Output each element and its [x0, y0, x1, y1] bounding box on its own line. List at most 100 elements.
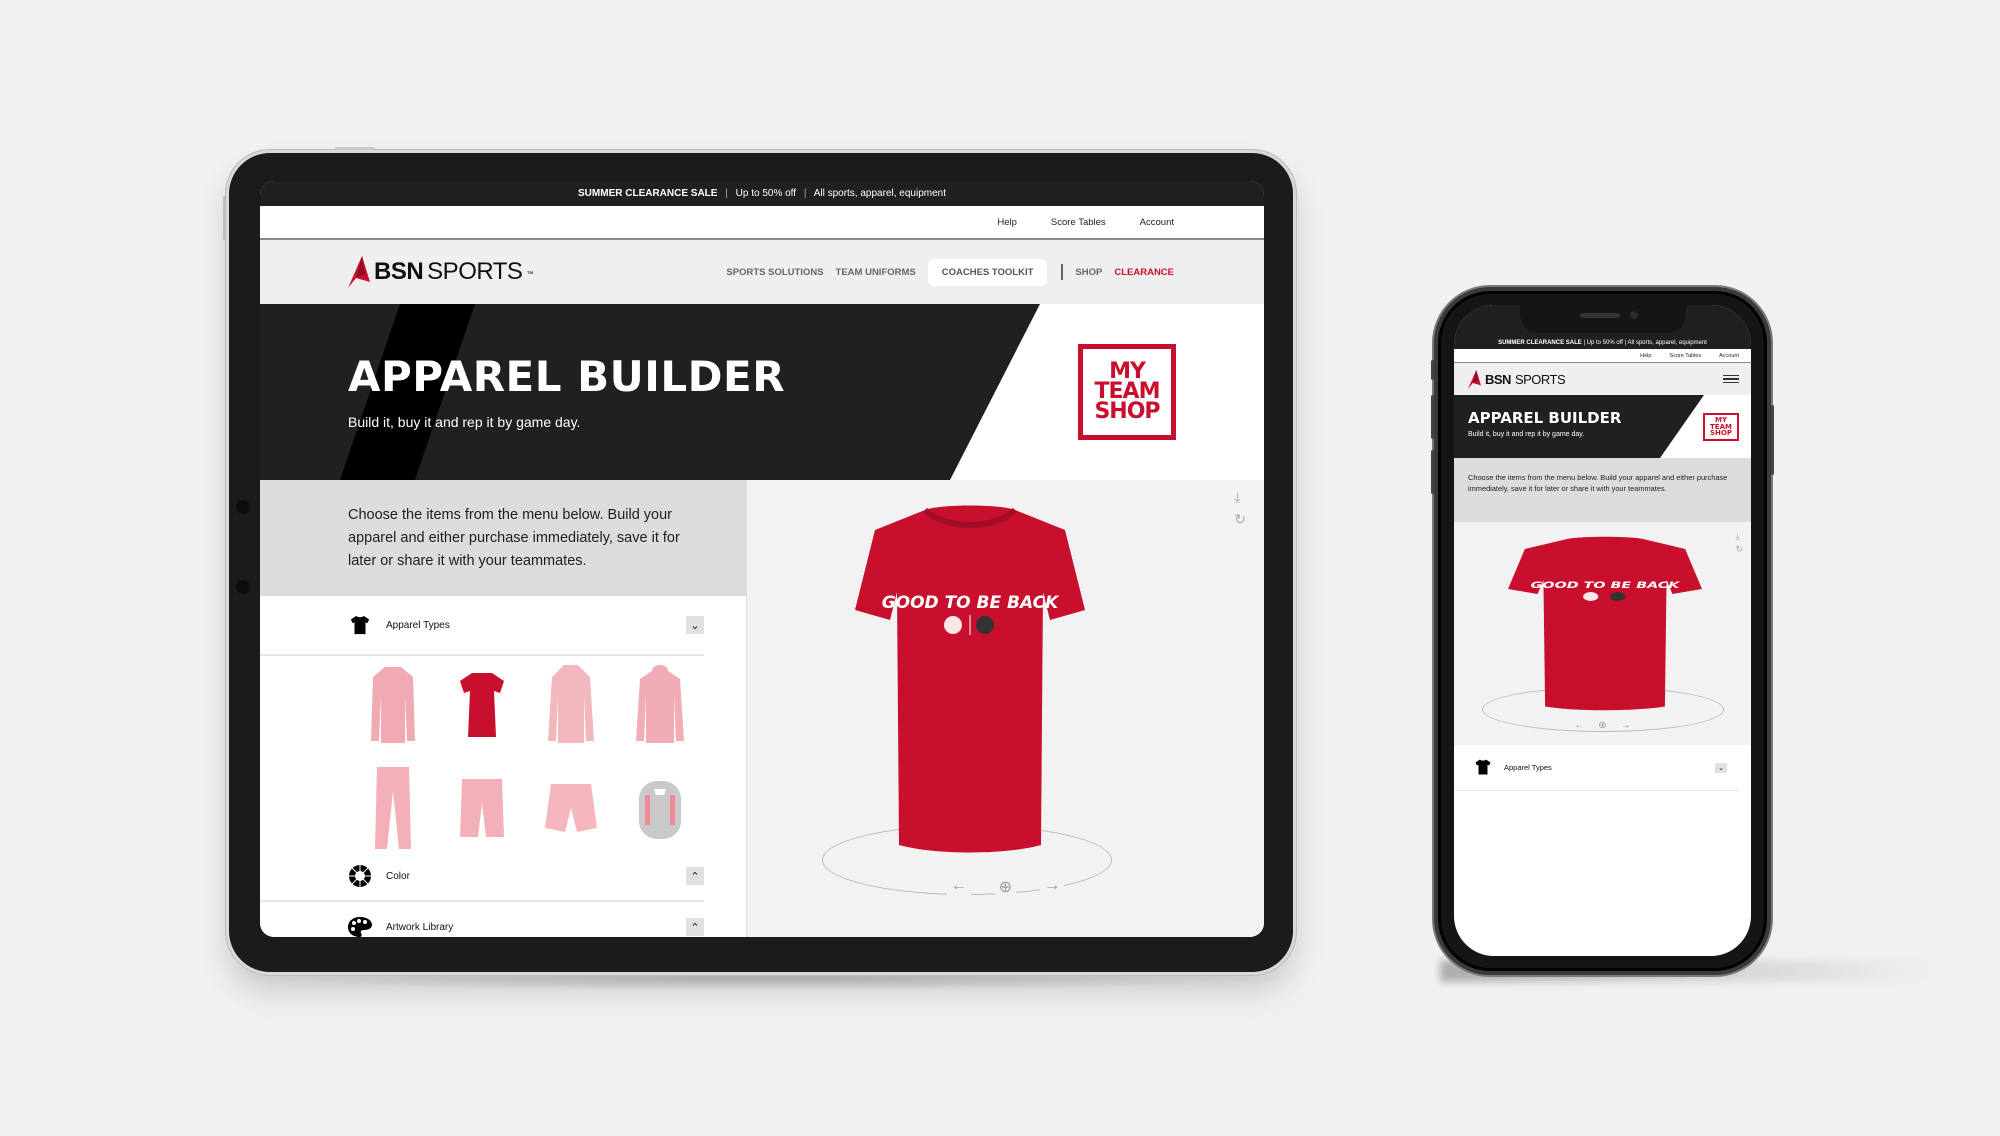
- bsn-sports-logo[interactable]: BSN SPORTS: [1468, 369, 1566, 389]
- promo-scope: All sports, apparel, equipment: [813, 188, 946, 199]
- primary-nav-links: SPORTS SOLUTIONS TEAM UNIFORMS COACHES T…: [714, 258, 1174, 286]
- apparel-item-quarter-zip[interactable]: [526, 662, 615, 748]
- apparel-grid: [348, 662, 704, 852]
- apparel-item-short-sleeve[interactable]: [437, 662, 526, 748]
- score-tables-link[interactable]: Score Tables: [1669, 353, 1701, 359]
- apparel-preview[interactable]: ⤓ ↻ GOOD TO BE BACK ← ⊕ →: [1454, 522, 1751, 745]
- long-shorts-icon: [459, 779, 504, 837]
- accordion-color[interactable]: Color ⌃: [260, 852, 704, 902]
- arrow-left-icon[interactable]: ←: [1574, 720, 1584, 731]
- chevron-down-icon[interactable]: ⌄: [686, 616, 704, 634]
- apparel-item-short-shorts[interactable]: [526, 766, 615, 852]
- nav-sports-solutions[interactable]: SPORTS SOLUTIONS: [726, 267, 823, 278]
- shirt-graphic-text: GOOD TO BE BACK: [882, 593, 1060, 613]
- apparel-item-hoodie[interactable]: [615, 662, 704, 748]
- chevron-up-icon[interactable]: ⌃: [686, 918, 704, 936]
- viewer-controls: ← ⊕ →: [747, 877, 1264, 897]
- download-icon[interactable]: ⤓: [1234, 490, 1246, 504]
- accordion-label: Apparel Types: [386, 619, 450, 631]
- long-sleeve-icon: [370, 667, 415, 743]
- promo-banner[interactable]: SUMMER CLEARANCE SALE | Up to 50% off | …: [260, 181, 1264, 206]
- nav-shop[interactable]: SHOP: [1075, 267, 1102, 278]
- my-team-shop-badge[interactable]: MY TEAM SHOP: [1078, 344, 1176, 440]
- tablet-volume-button: [223, 196, 226, 240]
- page-title: APPAREL BUILDER: [1468, 409, 1622, 427]
- arrow-right-icon[interactable]: →: [1040, 877, 1065, 897]
- score-tables-link[interactable]: Score Tables: [1051, 217, 1106, 228]
- nav-coaches-toolkit[interactable]: COACHES TOOLKIT: [927, 258, 1048, 286]
- download-icon[interactable]: ⤓: [1735, 532, 1743, 541]
- my-team-shop-badge[interactable]: MY TEAM SHOP: [1703, 413, 1739, 441]
- bsn-swoosh-icon: [348, 256, 370, 288]
- phone-notch: [1519, 305, 1686, 333]
- nav-clearance[interactable]: CLEARANCE: [1114, 267, 1174, 278]
- logo-bsn: BSN: [1485, 371, 1511, 387]
- intro-text: Choose the items from the menu below. Bu…: [260, 480, 746, 596]
- viewer-controls: ← ⊕ →: [1454, 720, 1751, 731]
- badge-line: SHOP: [1710, 429, 1732, 438]
- tshirt-icon: [348, 613, 372, 637]
- chevron-up-icon[interactable]: ⌃: [686, 867, 704, 885]
- accordion-artwork-library[interactable]: Artwork Library ⌃: [260, 902, 704, 937]
- help-link[interactable]: Help: [997, 217, 1017, 228]
- utility-nav: Help Score Tables Account: [260, 206, 1264, 240]
- help-link[interactable]: Help: [1640, 353, 1651, 359]
- phone-power-button: [1771, 405, 1774, 475]
- shirt-graphic-text: GOOD TO BE BACK: [1531, 580, 1681, 590]
- preview-tools: ⤓ ↻: [1234, 490, 1246, 526]
- preview-tools: ⤓ ↻: [1735, 532, 1743, 554]
- palette-icon: [348, 915, 372, 937]
- account-link[interactable]: Account: [1140, 217, 1174, 228]
- zoom-in-icon[interactable]: ⊕: [994, 877, 1017, 897]
- short-shorts-icon: [544, 784, 597, 832]
- color-wheel-icon: [348, 864, 372, 888]
- bsn-swoosh-icon: [1468, 369, 1481, 389]
- phone-screen: SUMMER CLEARANCE SALE | Up to 50% off | …: [1454, 305, 1751, 956]
- logo-sports: SPORTS: [427, 258, 523, 285]
- main-nav: BSN SPORTS: [1454, 363, 1751, 395]
- bear-mascot-logo: [976, 616, 994, 634]
- hero-banner: APPAREL BUILDER Build it, buy it and rep…: [260, 304, 1264, 480]
- page-title: APPAREL BUILDER: [348, 352, 786, 401]
- phone-volume-up: [1431, 395, 1434, 439]
- tshirt-icon: [1474, 758, 1492, 778]
- arrow-left-icon[interactable]: ←: [946, 877, 971, 897]
- phone-volume-down: [1431, 450, 1434, 494]
- backpack-icon: [638, 781, 681, 839]
- accordion-apparel-types[interactable]: Apparel Types ⌄: [1454, 745, 1739, 791]
- apparel-item-backpack[interactable]: [615, 766, 704, 852]
- account-link[interactable]: Account: [1719, 353, 1739, 359]
- accordion-label: Artwork Library: [386, 921, 454, 933]
- tablet-camera: [236, 500, 250, 514]
- bsn-sports-logo[interactable]: BSN SPORTS ™: [348, 256, 533, 288]
- promo-scope: All sports, apparel, equipment: [1627, 340, 1707, 346]
- utility-nav: Help Score Tables Account: [1454, 349, 1751, 363]
- zoom-in-icon[interactable]: ⊕: [1598, 720, 1606, 731]
- nav-divider: [1061, 264, 1064, 280]
- hamburger-menu-icon[interactable]: [1723, 374, 1739, 384]
- logo-bsn: BSN: [374, 258, 424, 285]
- rotate-icon[interactable]: ↻: [1735, 545, 1743, 554]
- women-will-logo: [944, 616, 962, 634]
- accordion-label: Apparel Types: [1504, 763, 1552, 772]
- apparel-item-pants[interactable]: [348, 766, 437, 852]
- apparel-item-long-shorts[interactable]: [437, 766, 526, 852]
- quarter-zip-icon: [547, 665, 594, 743]
- nav-team-uniforms[interactable]: TEAM UNIFORMS: [836, 267, 916, 278]
- accordion-apparel-types[interactable]: Apparel Types ⌄: [260, 596, 704, 656]
- rotate-icon[interactable]: ↻: [1234, 512, 1246, 526]
- builder-menu: Choose the items from the menu below. Bu…: [260, 480, 747, 937]
- promo-separator: |: [725, 188, 728, 199]
- phone-mute-switch: [1431, 360, 1434, 380]
- arrow-right-icon[interactable]: →: [1621, 720, 1631, 731]
- tshirt-preview: GOOD TO BE BACK: [855, 505, 1085, 853]
- builder-body: Choose the items from the menu below. Bu…: [260, 480, 1264, 937]
- chevron-down-icon[interactable]: ⌄: [1715, 762, 1727, 773]
- promo-headline: SUMMER CLEARANCE SALE: [578, 188, 718, 199]
- promo-separator: |: [803, 188, 807, 199]
- main-nav: BSN SPORTS ™ SPORTS SOLUTIONS TEAM UNIFORM…: [260, 240, 1264, 304]
- promo-separator: |: [1583, 340, 1585, 346]
- apparel-preview[interactable]: ⤓ ↻ GOOD TO BE BACK ← ⊕ →: [747, 480, 1264, 937]
- apparel-item-long-sleeve[interactable]: [348, 662, 437, 748]
- tablet-sensor: [236, 580, 250, 594]
